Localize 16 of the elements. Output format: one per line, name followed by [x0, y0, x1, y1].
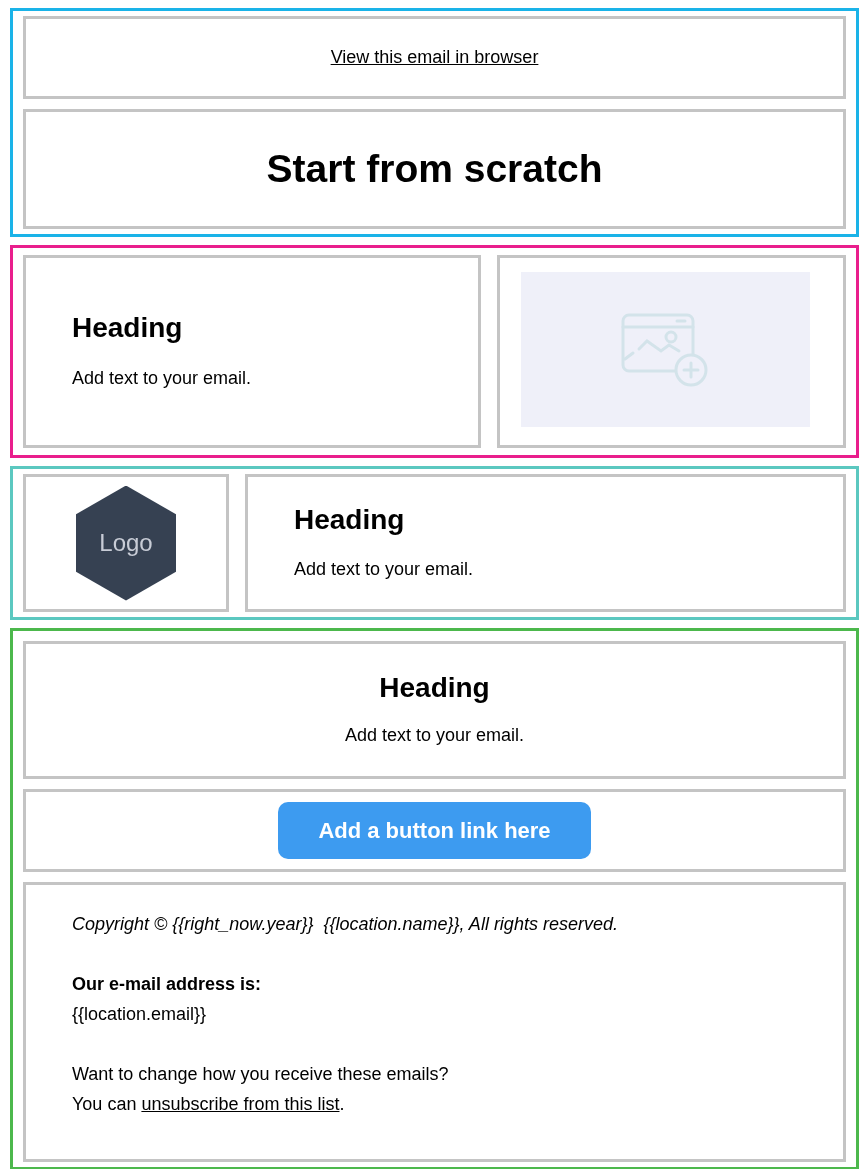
- body-text: Add text to your email.: [72, 366, 252, 390]
- body-text: Add text to your email.: [294, 558, 474, 582]
- unsubscribe-link[interactable]: unsubscribe from this list: [141, 1094, 340, 1114]
- address-text: {{location.email}}: [72, 1003, 208, 1026]
- heading-text: Heading: [72, 311, 183, 345]
- image-add-icon: [621, 312, 710, 387]
- unsubscribe-text: You can unsubscribe from this list.: [72, 1093, 346, 1116]
- heading-text: Heading: [379, 670, 490, 705]
- body-text: Add text to your email.: [344, 724, 525, 748]
- copyright-text: Copyright © {{right_now.year}} {{location.name}}, All rights reserved.: [72, 913, 619, 936]
- address-label: Our e-mail address is:: [72, 973, 263, 996]
- logo: Logo: [76, 485, 176, 601]
- view-in-browser-link[interactable]: View this email in browser: [330, 44, 539, 71]
- email-title: Start from scratch: [266, 145, 603, 192]
- unsubscribe-question: Want to change how you receive these emails?: [72, 1063, 450, 1086]
- heading-text: Heading: [294, 502, 405, 537]
